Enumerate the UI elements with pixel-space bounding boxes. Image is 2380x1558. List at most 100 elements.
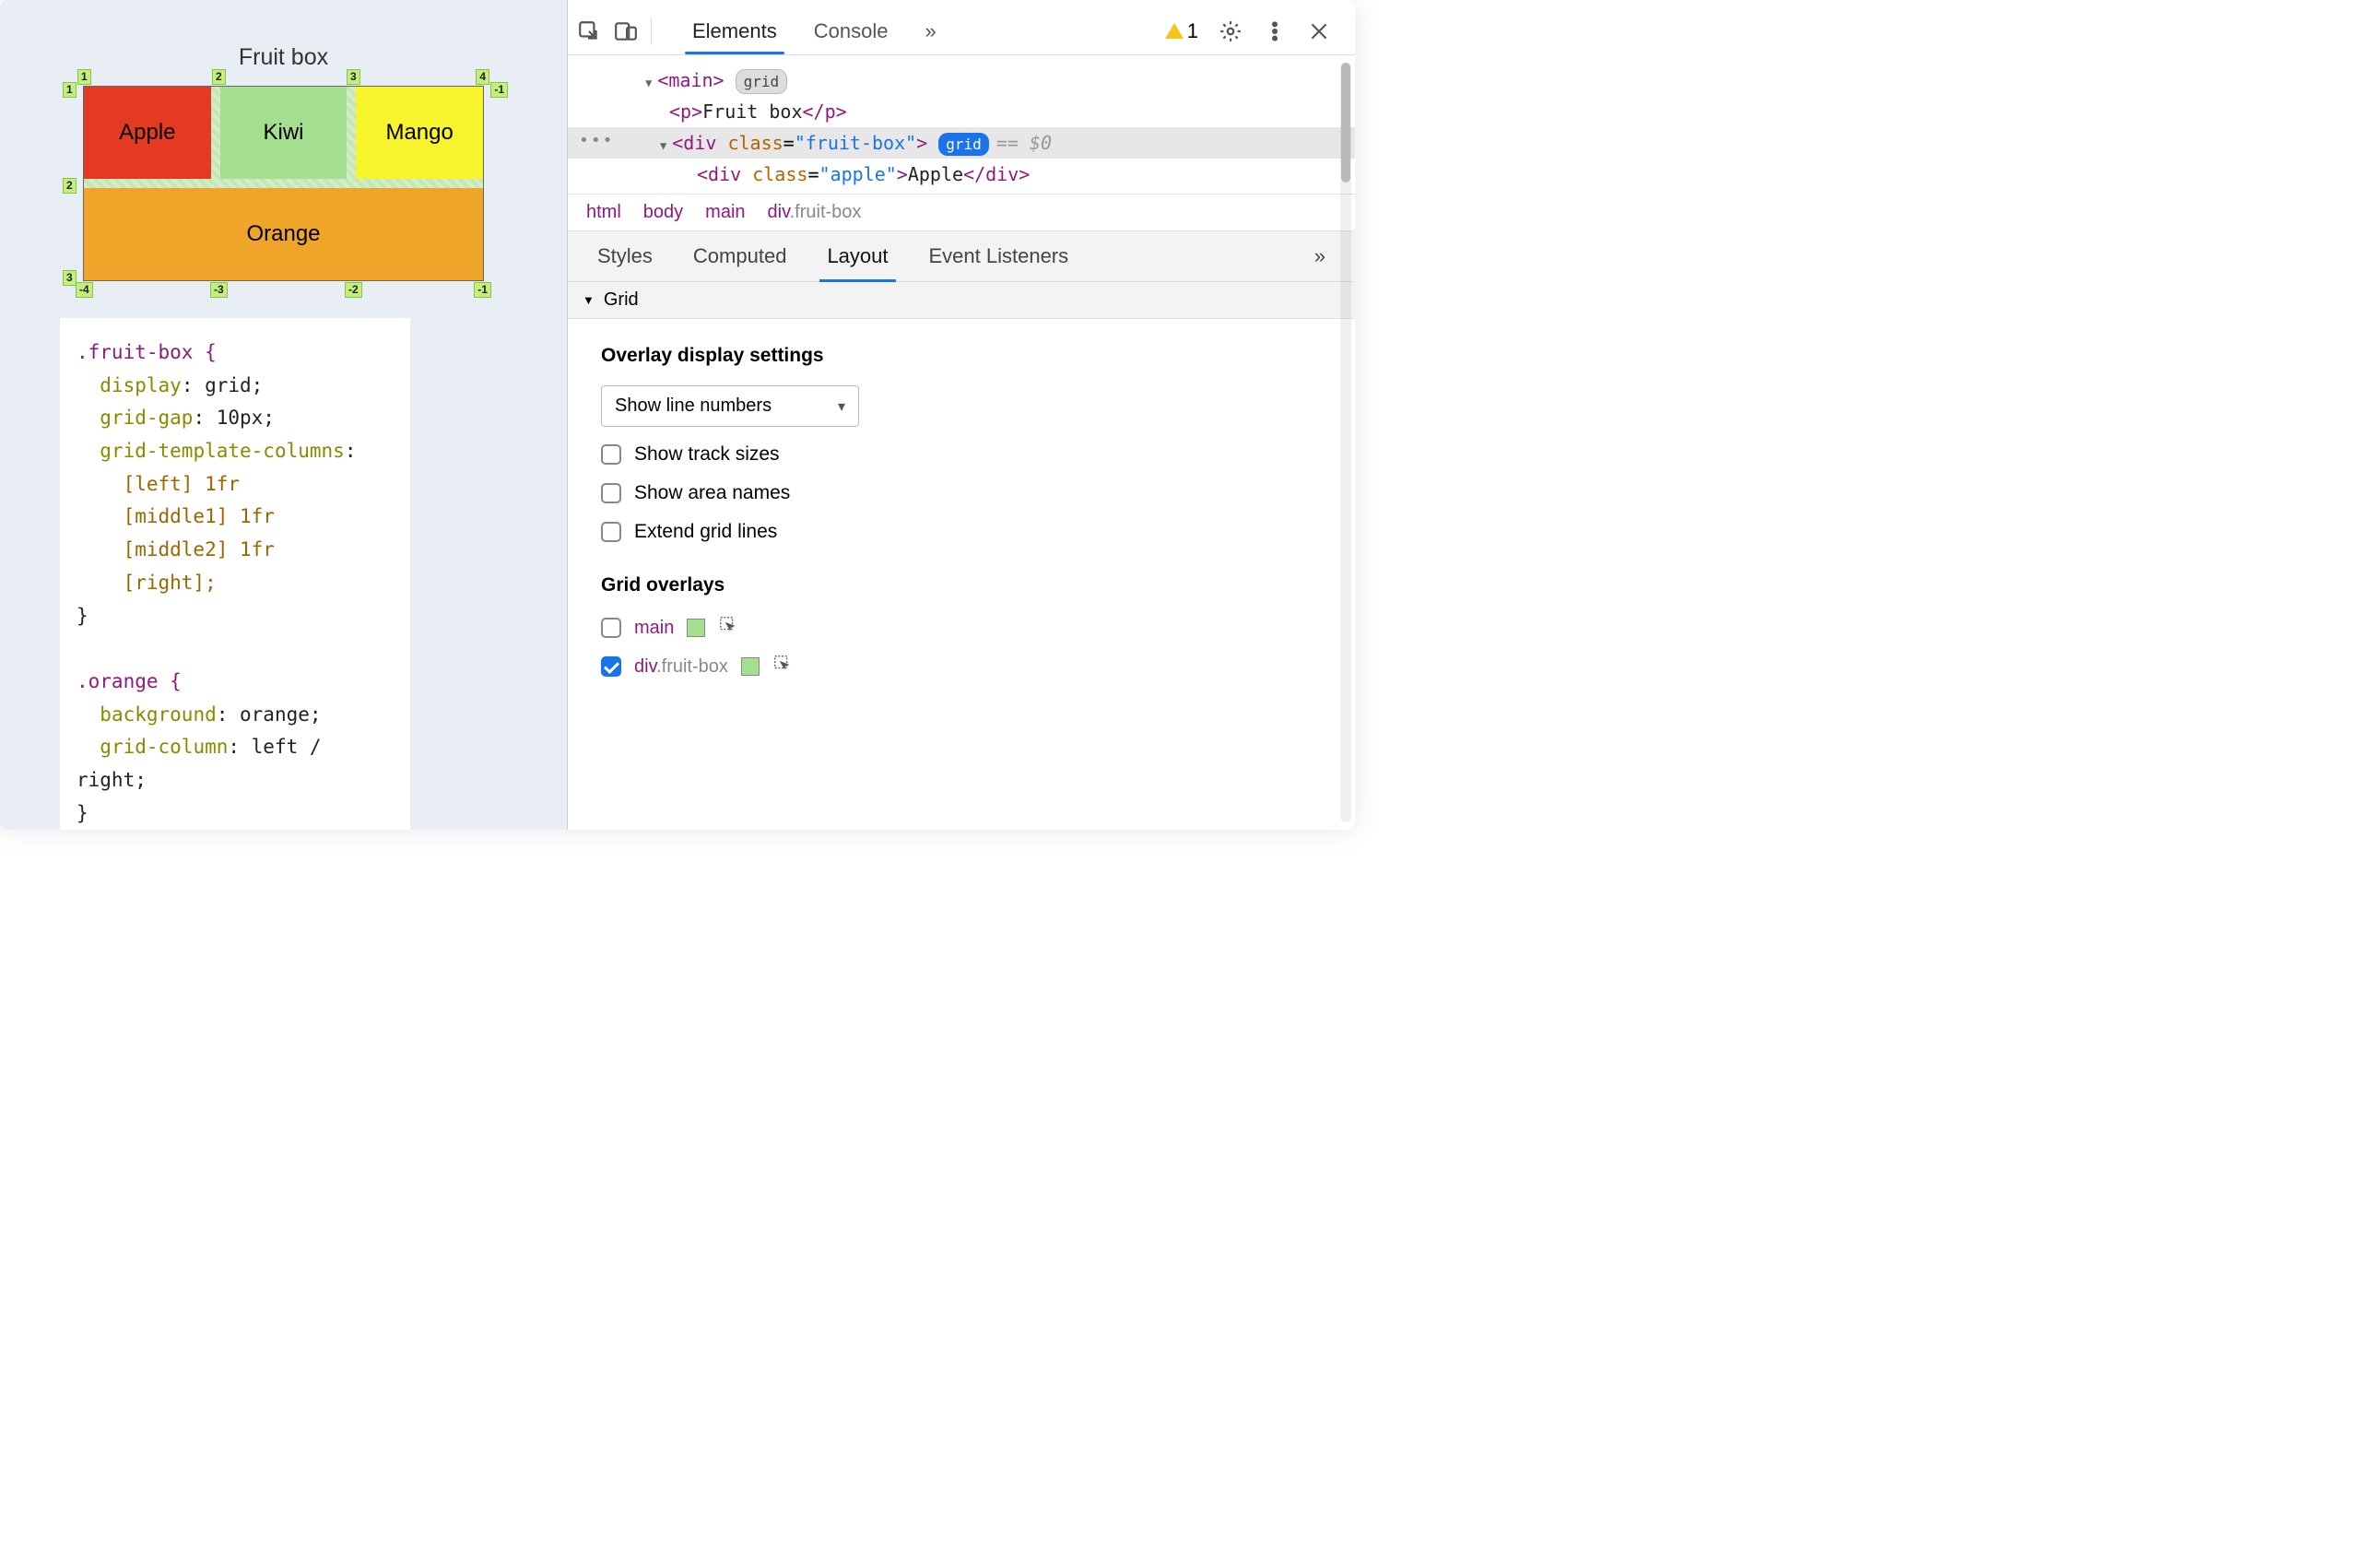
close-icon[interactable] [1307,19,1331,43]
css-line: [right]; [124,572,217,594]
css-value: : 10px; [193,407,275,429]
opt-area-names[interactable]: Show area names [601,482,1322,504]
tab-elements[interactable]: Elements [674,10,795,54]
select-value: Show line numbers [615,395,772,417]
devtools-toolbar: Elements Console » 1 [568,0,1355,55]
grid-overlays-heading: Grid overlays [601,574,1322,596]
kebab-icon[interactable] [1263,19,1287,43]
page-title: Fruit box [41,44,525,71]
opt-label: Show track sizes [634,443,780,466]
opt-label: Extend grid lines [634,521,777,543]
cell-apple: Apple [84,87,211,179]
grid-section-body: Overlay display settings Show line numbe… [568,319,1355,713]
css-line: [middle2] 1fr [124,538,275,561]
grid-overlay: Apple Kiwi Mango Orange 1 2 3 4 1 2 3 -1… [83,86,484,281]
css-close: } [77,605,88,627]
subtabs-more[interactable]: » [1294,231,1346,281]
grid-label-bot-n3: -3 [210,282,228,298]
warning-indicator[interactable]: 1 [1165,19,1198,43]
cell-mango: Mango [356,87,483,179]
grid-label-top-2: 2 [212,69,226,85]
css-prop: grid-gap [100,407,193,429]
devtools-window: Fruit box Apple Kiwi Mango Orange 1 2 3 … [0,0,1355,830]
checkbox-icon[interactable] [601,618,621,638]
css-code-block: .fruit-box { display: grid; grid-gap: 10… [60,318,410,830]
devtools-pane: Elements Console » 1 <main> grid <p>Frui… [567,0,1355,830]
crumb-body[interactable]: body [643,202,683,223]
css-line: [left] 1fr [124,473,240,495]
grid-badge-selected[interactable]: grid [938,133,989,157]
toolbar-divider [651,18,652,45]
color-swatch[interactable] [687,619,705,637]
scrollbar[interactable] [1340,63,1351,822]
dom-line-fruitbox[interactable]: <div class="fruit-box"> grid== $0 [568,127,1355,159]
grid-label-bot-n1: -1 [474,282,491,298]
breadcrumb: html body main div.fruit-box [568,194,1355,231]
cell-kiwi: Kiwi [220,87,348,179]
subtab-styles[interactable]: Styles [577,231,673,281]
toolbar-right: 1 [1165,19,1346,43]
overlay-name: div.fruit-box [634,656,728,678]
subtab-layout[interactable]: Layout [807,231,908,281]
page-preview-pane: Fruit box Apple Kiwi Mango Orange 1 2 3 … [0,0,567,830]
css-value: : [345,440,357,462]
color-swatch[interactable] [741,657,760,676]
css-prop: grid-column [100,736,228,758]
overlay-fruitbox-row[interactable]: div.fruit-box [601,654,1322,679]
warning-count: 1 [1187,19,1198,43]
selected-marker: == $0 [989,132,1052,154]
grid-section-label: Grid [604,289,639,311]
grid-section-header[interactable]: Grid [568,282,1355,319]
dom-line-p[interactable]: <p>Fruit box</p> [568,96,1355,127]
overlay-main-row[interactable]: main [601,615,1322,641]
checkbox-icon[interactable] [601,522,621,542]
reveal-icon[interactable] [772,654,793,679]
css-line: [middle1] 1fr [124,505,275,527]
inspect-icon[interactable] [577,19,601,43]
tab-console[interactable]: Console [795,10,907,54]
css-prop: background [100,703,216,726]
line-numbers-select[interactable]: Show line numbers [601,385,859,427]
opt-extend-lines[interactable]: Extend grid lines [601,521,1322,543]
grid-label-bot-n4: -4 [76,282,93,298]
grid-label-left-2: 2 [63,178,77,194]
crumb-fruitbox[interactable]: div.fruit-box [768,202,862,223]
styles-subtabs: Styles Computed Layout Event Listeners » [568,231,1355,282]
checkbox-icon[interactable] [601,444,621,465]
gear-icon[interactable] [1219,19,1243,43]
grid-label-left-1: 1 [63,82,77,98]
grid-label-left-3: 3 [63,270,77,286]
grid-label-top-1: 1 [77,69,91,85]
css-close: } [77,802,88,824]
overlay-name: main [634,618,674,639]
grid-label-top-4: 4 [476,69,489,85]
fruit-box-grid: Apple Kiwi Mango Orange [83,86,484,281]
crumb-html[interactable]: html [586,202,621,223]
checkbox-icon[interactable] [601,483,621,503]
opt-label: Show area names [634,482,790,504]
tabs-more[interactable]: » [906,10,954,54]
checkbox-icon[interactable] [601,656,621,677]
subtab-listeners[interactable]: Event Listeners [909,231,1090,281]
crumb-main[interactable]: main [705,202,745,223]
dom-line-apple[interactable]: <div class="apple">Apple</div> [568,159,1355,190]
reveal-icon[interactable] [718,615,738,641]
grid-label-bot-n2: -2 [345,282,362,298]
device-toggle-icon[interactable] [614,19,638,43]
scrollbar-thumb[interactable] [1341,63,1350,183]
dom-line-main[interactable]: <main> grid [568,65,1355,96]
opt-track-sizes[interactable]: Show track sizes [601,443,1322,466]
subtab-computed[interactable]: Computed [673,231,807,281]
css-value: : grid; [182,374,264,396]
grid-badge[interactable]: grid [736,69,788,95]
warning-icon [1165,23,1184,39]
css-prop: grid-template-columns [100,440,345,462]
grid-label-right-n1: -1 [490,82,508,98]
dom-tree[interactable]: <main> grid <p>Fruit box</p> <div class=… [568,55,1355,194]
cell-orange: Orange [84,188,483,280]
css-prop: display [100,374,182,396]
grid-label-top-3: 3 [347,69,360,85]
css-selector-orange: .orange { [77,670,182,692]
css-value: : orange; [217,703,322,726]
css-selector-fruitbox: .fruit-box { [77,341,217,363]
